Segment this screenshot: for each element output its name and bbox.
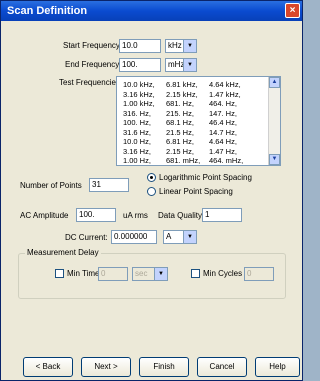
start-frequency-label: Start Frequency [63,41,120,50]
finish-button[interactable]: Finish [139,357,189,377]
dc-current-input[interactable]: 0.000000 [111,230,157,244]
frequency-value: 46.4 Hz, [209,118,237,127]
frequency-value: 21.5 Hz, [166,127,194,137]
chevron-down-icon: ▼ [154,268,167,280]
frequency-value: 464. Hz, [209,99,237,108]
chevron-down-icon: ▼ [183,231,196,243]
frequency-value: 215. Hz, [166,108,194,118]
frequency-value: 2.15 Hz, [166,146,194,156]
frequency-value: 2.15 kHz, [166,89,198,99]
frequency-value: 681. Hz, [166,99,194,108]
test-frequencies-label: Test Frequencies [59,78,120,87]
end-frequency-unit: mHz [168,60,185,69]
log-spacing-label: Logarithmic Point Spacing [159,173,252,182]
ac-amplitude-input[interactable]: 100. [76,208,116,222]
min-time-unit: sec [135,269,148,278]
dc-current-unit: A [166,232,172,241]
frequency-value: 14.7 Hz, [209,127,237,137]
start-frequency-input[interactable]: 10.0 [119,39,161,53]
ac-amplitude-label: AC Amplitude [20,211,69,220]
close-icon[interactable]: × [285,3,300,18]
min-time-checkbox[interactable] [55,269,64,278]
data-quality-label: Data Quality [158,211,203,220]
frequency-value: 6.81 Hz, [166,137,194,146]
start-frequency-unit-select[interactable]: kHz ▼ [165,39,197,53]
frequency-value: 147. Hz, [209,108,237,118]
frequency-value: 1.00 Hz, [123,156,151,165]
number-of-points-input[interactable]: 31 [89,178,129,192]
min-cycles-input[interactable]: 0 [244,267,274,281]
start-frequency-unit: kHz [168,41,182,50]
frequency-value: 68.1 Hz, [166,118,194,127]
measurement-delay-title: Measurement Delay [25,248,101,257]
min-cycles-label: Min Cycles [203,269,243,278]
frequency-value: 100. Hz, [123,118,151,127]
test-frequencies-list[interactable]: 10.0 kHz, 6.81 kHz, 4.64 kHz, 3.16 kHz, 2.15… [116,76,281,166]
frequency-value: 10.0 kHz, [123,80,155,89]
frequency-value: 3.16 Hz, [123,146,151,156]
end-frequency-unit-select[interactable]: mHz ▼ [165,58,197,72]
window-title: Scan Definition [7,5,88,17]
number-of-points-label: Number of Points [20,181,82,190]
frequency-value: 1.00 kHz, [123,99,155,108]
ac-amplitude-unit: uA rms [123,211,148,220]
frequency-value: 4.64 Hz, [209,137,237,146]
measurement-delay-group: Measurement Delay Min Time 0 sec ▼ Min C… [18,248,286,299]
frequency-value: 681. mHz, [166,156,201,165]
scan-definition-window: Scan Definition × Start Frequency 10.0 k… [0,0,303,381]
min-time-input[interactable]: 0 [98,267,128,281]
linear-spacing-radio[interactable] [147,187,156,196]
title-bar: Scan Definition × [1,1,302,21]
data-quality-input[interactable]: 1 [202,208,242,222]
min-time-label: Min Time [67,269,100,278]
end-frequency-label: End Frequency [65,60,120,69]
dc-current-unit-select[interactable]: A ▼ [163,230,197,244]
frequency-value: 4.64 kHz, [209,80,241,89]
frequency-value: 6.81 kHz, [166,80,198,89]
dc-current-label: DC Current: [65,233,108,242]
back-button[interactable]: < Back [23,357,73,377]
frequency-value: 31.6 Hz, [123,127,151,137]
end-frequency-input[interactable]: 100. [119,58,161,72]
frequency-value: 3.16 kHz, [123,89,155,99]
min-cycles-checkbox[interactable] [191,269,200,278]
next-button[interactable]: Next > [81,357,131,377]
frequency-value: 316. Hz, [123,108,151,118]
scroll-up-icon[interactable]: ▲ [269,77,280,88]
help-button[interactable]: Help [255,357,300,377]
min-time-unit-select[interactable]: sec ▼ [132,267,168,281]
frequency-value: 1.47 Hz, [209,146,237,156]
chevron-down-icon: ▼ [183,59,196,71]
frequency-value: 1.47 kHz, [209,89,241,99]
linear-spacing-label: Linear Point Spacing [159,187,233,196]
cancel-button[interactable]: Cancel [197,357,247,377]
frequency-value: 10.0 Hz, [123,137,151,146]
chevron-down-icon: ▼ [183,40,196,52]
frequency-value: 464. mHz, [209,156,244,165]
list-scrollbar[interactable]: ▲ ▼ [268,77,280,165]
log-spacing-radio[interactable] [147,173,156,182]
scroll-down-icon[interactable]: ▼ [269,154,280,165]
